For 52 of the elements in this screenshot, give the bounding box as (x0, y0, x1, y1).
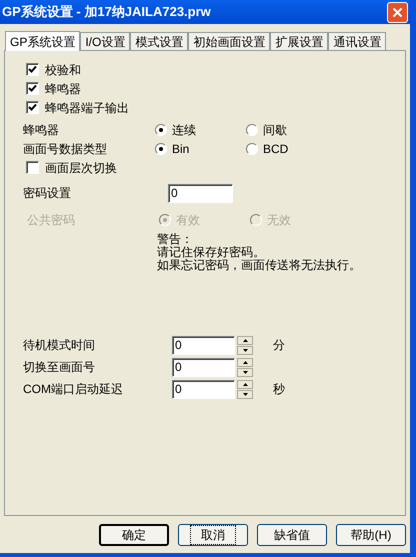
dialog-button[interactable]: 缺省值 (257, 524, 327, 546)
up-arrow-icon (242, 360, 248, 364)
tab[interactable]: I/O设置 (80, 32, 130, 50)
down-arrow-icon (242, 370, 248, 374)
option-label: 公共密码 (27, 212, 76, 228)
unit-label: 秒 (273, 381, 285, 398)
checkbox-label[interactable]: 校验和 (45, 60, 81, 78)
spin-buttons[interactable] (237, 380, 253, 398)
radio-button[interactable] (246, 142, 258, 154)
radio-label[interactable]: 间歇 (263, 120, 287, 138)
down-arrow-icon (242, 348, 248, 352)
spin-buttons[interactable] (237, 336, 253, 354)
radio-label[interactable]: BCD (263, 140, 288, 158)
radio-label[interactable]: Bin (172, 140, 190, 158)
window-title: GP系统设置 - 加17纳JAILA723.prw (2, 3, 211, 22)
up-arrow-icon (242, 382, 248, 386)
option-label: 画面号数据类型 (23, 140, 108, 158)
field-label: 切换至画面号 (23, 359, 96, 376)
warning-text: 警告： 请记住保存好密码。 如果忘记密码，画面传送将无法执行。 (157, 233, 362, 272)
number-field[interactable]: 0 (172, 380, 235, 398)
tab[interactable]: 通讯设置 (328, 32, 386, 50)
tab[interactable]: 模式设置 (130, 32, 188, 50)
close-icon (392, 6, 403, 18)
up-arrow-icon (242, 338, 248, 342)
password-field[interactable]: 0 (168, 184, 233, 202)
field-label: 密码设置 (23, 185, 72, 202)
tab[interactable]: GP系统设置 (5, 31, 80, 51)
checkbox-label[interactable]: 蜂鸣器 (45, 80, 81, 98)
down-arrow-icon (242, 392, 248, 396)
dialog-button[interactable]: 帮助(H) (336, 524, 406, 546)
radio-button[interactable] (155, 124, 167, 136)
number-field[interactable]: 0 (172, 336, 235, 354)
dialog-button[interactable]: 取消 (178, 524, 248, 546)
spin-buttons[interactable] (237, 358, 253, 376)
radio-button[interactable] (246, 124, 258, 136)
radio-button[interactable] (155, 142, 167, 154)
checkbox[interactable] (26, 82, 39, 95)
close-button[interactable] (387, 2, 408, 22)
checkbox-label[interactable]: 蜂鸣器端子输出 (45, 98, 129, 116)
tab[interactable]: 初始画面设置 (188, 32, 270, 50)
checkbox[interactable] (26, 101, 39, 114)
checkbox-label[interactable]: 画面层次切换 (45, 158, 117, 176)
unit-label: 分 (273, 337, 285, 354)
checkbox[interactable] (26, 63, 39, 76)
tab[interactable]: 扩展设置 (270, 32, 328, 50)
field-label: 待机模式时间 (23, 337, 96, 354)
checkbox[interactable] (26, 161, 39, 174)
radio-label[interactable]: 连续 (172, 120, 196, 138)
option-label: 蜂鸣器 (23, 122, 60, 138)
dialog-button[interactable]: 确定 (99, 524, 169, 546)
field-label: COM端口启动延迟 (23, 381, 124, 398)
number-field[interactable]: 0 (172, 358, 235, 376)
